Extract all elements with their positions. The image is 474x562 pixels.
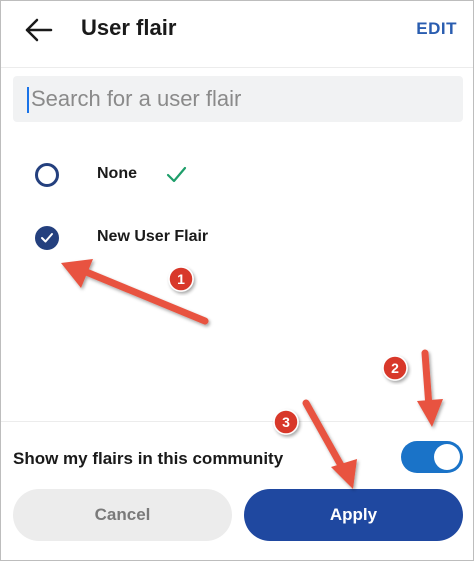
- search-input[interactable]: [31, 76, 451, 122]
- radio-button-unselected[interactable]: [35, 163, 59, 187]
- toggle-knob: [434, 444, 460, 470]
- annotation-badge-2: 2: [382, 355, 408, 381]
- toggle-label: Show my flairs in this community: [13, 449, 284, 468]
- flair-option-label: None: [97, 165, 137, 182]
- radio-button-selected[interactable]: [35, 226, 59, 250]
- header-divider: [1, 67, 473, 68]
- cancel-button[interactable]: Cancel: [13, 489, 232, 541]
- annotation-badge-1-text: 1: [177, 271, 185, 287]
- check-icon: [41, 233, 53, 243]
- annotation-badge-2-text: 2: [391, 360, 399, 376]
- text-caret: [27, 87, 29, 113]
- search-box[interactable]: [13, 76, 463, 122]
- annotation-arrow-1: [61, 259, 209, 325]
- annotation-badge-1: 1: [168, 266, 194, 292]
- back-arrow-icon[interactable]: [21, 13, 55, 47]
- annotation-arrow-3: [302, 399, 357, 489]
- annotation-badge-3-text: 3: [282, 414, 290, 430]
- flair-option-new-user-flair[interactable]: New User Flair: [1, 214, 473, 264]
- bottom-divider: [1, 421, 473, 422]
- flair-option-label: New User Flair: [97, 228, 209, 245]
- annotation-badge-3: 3: [273, 409, 299, 435]
- edit-button[interactable]: EDIT: [416, 19, 457, 39]
- page-title: User flair: [81, 15, 177, 40]
- app-header: User flair EDIT: [1, 1, 473, 59]
- show-flairs-toggle[interactable]: [401, 441, 463, 473]
- annotation-arrow-2: [417, 349, 443, 427]
- checkmark-icon: [165, 163, 187, 190]
- flair-option-none[interactable]: None: [1, 151, 473, 201]
- apply-button[interactable]: Apply: [244, 489, 463, 541]
